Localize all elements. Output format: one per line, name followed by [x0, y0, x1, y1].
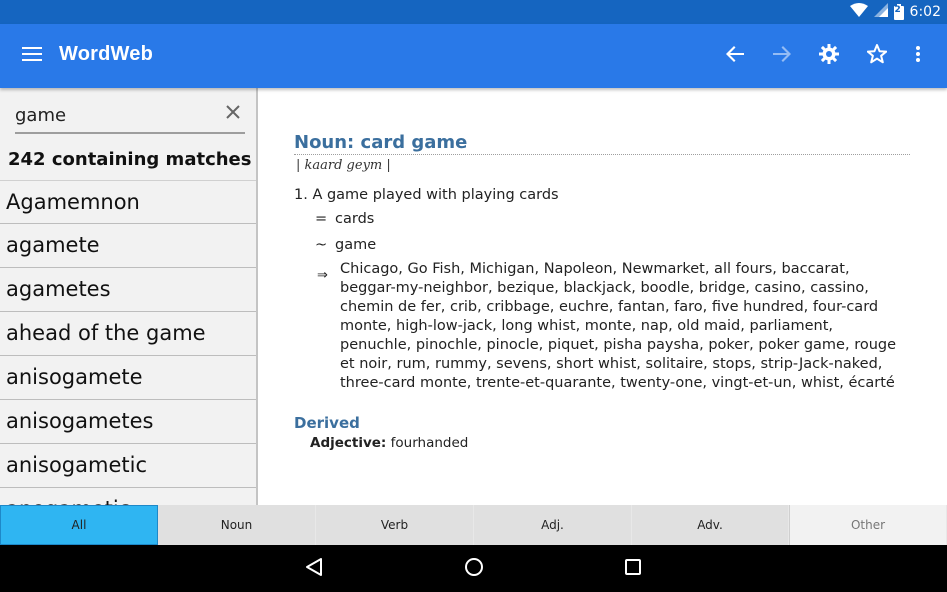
back-button[interactable] [719, 40, 751, 72]
system-nav-bar [0, 545, 947, 592]
tab-adv[interactable]: Adv. [632, 505, 789, 545]
heading-divider [294, 154, 910, 155]
wifi-icon [849, 2, 868, 22]
types-list[interactable]: Chicago, Go Fish, Michigan, Napoleon, Ne… [340, 260, 908, 393]
pronunciation: | kaard geym | [296, 158, 391, 173]
signal-icon [873, 2, 888, 22]
hypernym-link[interactable]: game [335, 237, 376, 253]
nav-recents-button[interactable] [619, 555, 647, 583]
forward-arrow-icon [773, 45, 791, 67]
clear-search-button[interactable] [221, 102, 245, 126]
list-item[interactable]: anogametic [0, 488, 256, 505]
nav-home-button[interactable] [460, 555, 488, 583]
definition-text: 1. A game played with playing cards [294, 187, 559, 203]
battery-icon: 2 [893, 4, 904, 20]
status-time: 6:02 [909, 4, 941, 20]
derived-link[interactable]: fourhanded [391, 435, 469, 451]
list-item[interactable]: agametes [0, 268, 256, 312]
tab-noun[interactable]: Noun [158, 505, 316, 545]
tab-other[interactable]: Other [789, 505, 947, 545]
list-item[interactable]: agamete [0, 224, 256, 268]
synonym-row: = cards [315, 211, 374, 227]
menu-button[interactable] [16, 40, 48, 72]
settings-button[interactable] [813, 40, 845, 72]
types-arrow-icon: ⇒ [317, 267, 328, 282]
part-of-speech-tabs: All Noun Verb Adj. Adv. Other [0, 505, 947, 545]
match-count: 242 containing matches [8, 149, 252, 170]
synonym-symbol: = [315, 211, 328, 227]
definition-panel: Noun: card game | kaard geym | 1. A game… [258, 88, 947, 505]
status-icons: 2 6:02 [849, 2, 941, 22]
tab-verb[interactable]: Verb [316, 505, 474, 545]
app-bar: WordWeb [0, 24, 947, 88]
synonym-link[interactable]: cards [335, 211, 374, 227]
overflow-menu-icon [916, 45, 920, 67]
word-list-panel: 242 containing matches Agamemnon agamete… [0, 88, 256, 505]
list-item[interactable]: anisogametes [0, 400, 256, 444]
back-arrow-icon [726, 45, 744, 67]
nav-back-icon [305, 557, 323, 582]
tab-adj[interactable]: Adj. [474, 505, 632, 545]
search-input[interactable] [15, 102, 215, 128]
settings-gear-icon [819, 43, 839, 69]
nav-back-button[interactable] [300, 555, 328, 583]
status-bar: 2 6:02 [0, 0, 947, 24]
nav-home-icon [464, 557, 484, 582]
forward-button[interactable] [766, 40, 798, 72]
hypernym-symbol: ~ [315, 237, 328, 253]
menu-icon [22, 46, 42, 66]
derived-row: Adjective: fourhanded [310, 435, 468, 451]
tab-all[interactable]: All [0, 505, 158, 545]
list-item[interactable]: Agamemnon [0, 180, 256, 224]
word-list: Agamemnon agamete agametes ahead of the … [0, 180, 256, 505]
app-title: WordWeb [59, 43, 153, 65]
overflow-menu-button[interactable] [902, 40, 934, 72]
search-box [15, 96, 245, 134]
derived-label: Adjective: [310, 435, 387, 451]
list-item[interactable]: ahead of the game [0, 312, 256, 356]
hypernym-row: ~ game [315, 237, 376, 253]
list-item[interactable]: anisogametic [0, 444, 256, 488]
star-icon [866, 43, 888, 69]
battery-level-text: 2 [894, 5, 901, 15]
derived-heading: Derived [294, 414, 360, 432]
list-item[interactable]: anisogamete [0, 356, 256, 400]
bookmark-button[interactable] [861, 40, 893, 72]
sense-heading[interactable]: Noun: card game [294, 132, 467, 153]
close-icon [226, 104, 240, 124]
nav-recents-icon [625, 558, 641, 580]
